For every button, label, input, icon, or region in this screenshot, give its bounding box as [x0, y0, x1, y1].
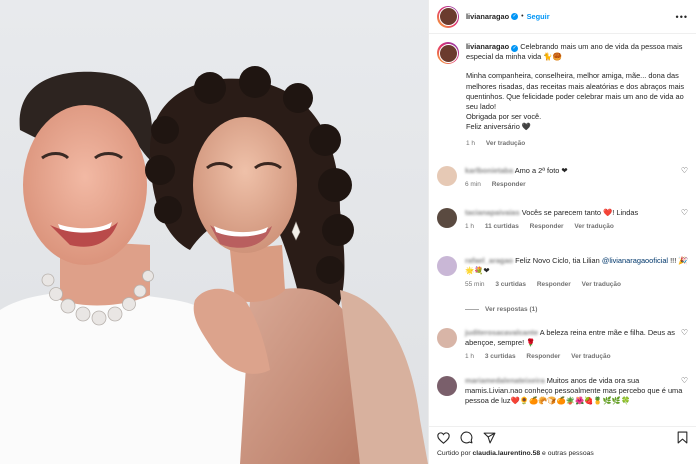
comment: rafael_aragao Feliz Novo Ciclo, tia Lili…	[437, 256, 688, 291]
commenter-username[interactable]: juditerosacavalcante	[465, 328, 538, 337]
save-bookmark-icon[interactable]	[677, 431, 688, 444]
comment-likes[interactable]: 11 curtidas	[485, 223, 519, 230]
author-avatar[interactable]	[437, 42, 459, 64]
view-replies-button[interactable]: Ver respostas (1)	[465, 306, 537, 313]
comment-time: 1 h	[465, 353, 475, 361]
author-username[interactable]: livianaragao	[466, 12, 509, 21]
mention-link[interactable]: @livianaragaooficial	[602, 256, 668, 265]
comment: mariamedalenateixeira Muitos anos de vid…	[437, 376, 688, 407]
author-avatar[interactable]	[437, 5, 459, 28]
post-photo[interactable]	[0, 0, 428, 464]
reply-button[interactable]: Responder	[526, 353, 560, 360]
comments-list[interactable]: livianaragao ✓ Celebrando mais um ano de …	[429, 36, 696, 424]
commenter-username[interactable]: karlbonietaba	[465, 166, 513, 175]
reply-button[interactable]: Responder	[530, 223, 564, 230]
commenter-avatar[interactable]	[437, 328, 457, 348]
caption-username[interactable]: livianaragao	[466, 42, 509, 51]
like-comment-icon[interactable]: ♡	[681, 256, 688, 265]
commenter-username[interactable]: rafael_aragao	[465, 256, 513, 265]
like-comment-icon[interactable]: ♡	[681, 166, 688, 175]
like-comment-icon[interactable]: ♡	[681, 376, 688, 385]
commenter-avatar[interactable]	[437, 256, 457, 276]
comment-time: 6 min	[465, 181, 481, 189]
translate-link[interactable]: Ver tradução	[574, 223, 613, 230]
comment-text: Vocês se parecem tanto ❤️! Lindas	[521, 208, 639, 217]
liked-by-user[interactable]: claudia.laurentino.58	[473, 450, 541, 457]
comment-text: Amo a 2ª foto ❤	[514, 166, 568, 175]
like-comment-icon[interactable]: ♡	[681, 328, 688, 337]
more-options-icon[interactable]: •••	[676, 12, 688, 22]
verified-badge-icon: ✓	[511, 45, 519, 52]
caption-text: Minha companheira, conselheira, melhor a…	[466, 71, 685, 112]
liked-by-summary: Curtido por claudia.laurentino.58 e outr…	[437, 450, 594, 457]
liked-by-prefix: Curtido por	[437, 450, 471, 457]
post-header: livianaragao ✓ • Seguir •••	[429, 0, 696, 34]
commenter-avatar[interactable]	[437, 376, 457, 396]
translate-link[interactable]: Ver tradução	[486, 140, 525, 147]
comment-likes[interactable]: 3 curtidas	[495, 281, 526, 288]
commenter-username[interactable]: mariamedalenateixeira	[465, 376, 545, 385]
caption-text: Feliz aniversário 🖤	[466, 122, 532, 132]
reply-button[interactable]: Responder	[492, 181, 526, 188]
comment-likes[interactable]: 3 curtidas	[485, 353, 516, 360]
comment-time: 1 h	[465, 223, 475, 231]
follow-button[interactable]: Seguir	[527, 12, 550, 21]
translate-link[interactable]: Ver tradução	[582, 281, 621, 288]
like-heart-icon[interactable]	[437, 431, 450, 444]
translate-link[interactable]: Ver tradução	[571, 353, 610, 360]
reply-button[interactable]: Responder	[537, 281, 571, 288]
post-actions-bar	[429, 426, 696, 448]
commenter-username[interactable]: tacianapaivaias	[465, 208, 520, 217]
mother-and-daughter-photo	[0, 0, 428, 464]
comment: tacianapaivaias Vocês se parecem tanto ❤…	[437, 208, 688, 232]
separator-dot: •	[521, 13, 524, 20]
like-comment-icon[interactable]: ♡	[681, 208, 688, 217]
liked-by-others[interactable]: e outras pessoas	[542, 450, 594, 457]
comment: karlbonietaba Amo a 2ª foto ❤ 6 min Resp…	[437, 166, 688, 190]
verified-badge-icon: ✓	[511, 13, 519, 20]
commenter-avatar[interactable]	[437, 208, 457, 228]
comment-time: 55 min	[465, 281, 485, 289]
comment: juditerosacavalcante A beleza reina entr…	[437, 328, 688, 363]
commenter-avatar[interactable]	[437, 166, 457, 186]
caption-time: 1 h	[466, 139, 476, 147]
comment-bubble-icon[interactable]	[460, 431, 473, 444]
share-send-icon[interactable]	[483, 432, 496, 444]
caption-text: Obrigada por ser você.	[466, 112, 542, 122]
caption: livianaragao ✓ Celebrando mais um ano de …	[437, 42, 688, 149]
post-sidebar: livianaragao ✓ • Seguir ••• livianaragao…	[428, 0, 696, 464]
